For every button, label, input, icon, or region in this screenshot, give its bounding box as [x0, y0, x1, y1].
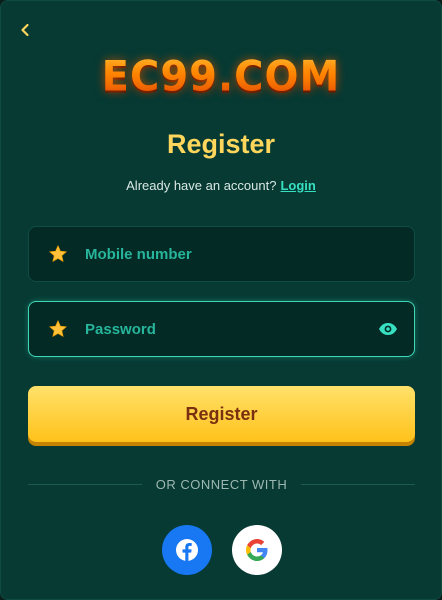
- google-icon: [246, 539, 268, 561]
- back-button[interactable]: [15, 19, 35, 41]
- password-field: [28, 301, 415, 357]
- mobile-input[interactable]: [83, 234, 414, 274]
- facebook-login-button[interactable]: [162, 525, 212, 575]
- logo-text: EC99.COM: [102, 50, 341, 105]
- facebook-icon: [176, 539, 198, 561]
- divider-text: OR CONNECT WITH: [155, 476, 288, 492]
- register-button[interactable]: Register: [28, 386, 415, 442]
- login-prompt: Already have an account? Login: [1, 178, 441, 193]
- star-icon: [47, 243, 69, 265]
- password-input[interactable]: [83, 309, 377, 349]
- mobile-field: [28, 226, 415, 282]
- star-icon: [47, 318, 69, 340]
- show-password-toggle[interactable]: [377, 318, 399, 340]
- divider-line-right: [301, 483, 416, 485]
- divider-line-left: [28, 483, 142, 485]
- login-prompt-text: Already have an account?: [126, 178, 277, 193]
- social-divider: OR CONNECT WITH: [28, 475, 416, 493]
- eye-icon: [379, 323, 397, 335]
- google-login-button[interactable]: [232, 525, 282, 575]
- page-title: Register: [166, 129, 276, 159]
- login-link[interactable]: Login: [280, 178, 315, 193]
- register-panel: EC99.COM Register Already have an accoun…: [0, 0, 442, 600]
- site-logo: EC99.COM: [1, 51, 441, 103]
- chevron-left-icon: [21, 23, 29, 37]
